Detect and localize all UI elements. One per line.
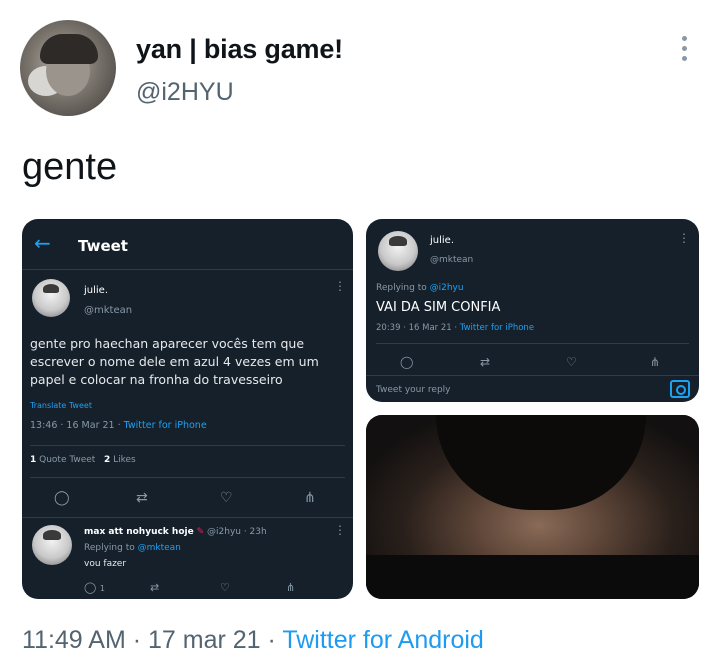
reply-retweet-icon[interactable]: ⇄ xyxy=(150,581,159,595)
embedded-text-line-2: escrever o nome dele em azul 4 vezes em … xyxy=(30,354,319,369)
embedded-text-line-1: gente pro haechan aparecer vocês tem que xyxy=(30,336,305,351)
embedded-2-like-icon[interactable]: ♡ xyxy=(566,355,577,369)
embedded-2-replying-to: Replying to @i2hyu xyxy=(376,283,464,293)
like-icon[interactable]: ♡ xyxy=(220,491,233,505)
tweet-text: gente xyxy=(22,146,118,188)
reply-text: vou fazer xyxy=(84,559,127,569)
embedded-2-reply-icon[interactable]: ◯ xyxy=(400,355,413,369)
embedded-2-source[interactable]: Twitter for iPhone xyxy=(460,323,534,333)
reply-more-icon[interactable]: ⋮ xyxy=(334,524,346,536)
more-options-icon[interactable] xyxy=(678,36,690,64)
profile-avatar[interactable] xyxy=(20,20,116,116)
reply-replying-to: Replying to @mktean xyxy=(84,543,181,553)
tweet-time: 11:49 AM xyxy=(22,626,126,654)
embedded-more-icon[interactable]: ⋮ xyxy=(334,280,346,292)
share-icon[interactable]: ⋔ xyxy=(304,491,316,505)
photo-shoulder-shape xyxy=(366,555,699,599)
embedded-2-timestamp: 20:39 · 16 Mar 21 · Twitter for iPhone xyxy=(376,323,535,333)
embedded-2-text: VAI DA SIM CONFIA xyxy=(376,300,501,315)
back-arrow-icon[interactable]: ← xyxy=(34,233,51,253)
media-photo-selfie[interactable] xyxy=(366,415,699,599)
embedded-text-line-3: papel e colocar na fronha do travesseiro xyxy=(30,372,283,387)
media-screenshot-1[interactable]: ← Tweet julie. @mktean ⋮ gente pro haech… xyxy=(22,219,353,599)
author-display-name[interactable]: yan | bias game! xyxy=(136,34,343,65)
embedded-header-title: Tweet xyxy=(78,237,128,255)
tweet-source-link[interactable]: Twitter for Android xyxy=(282,626,483,654)
reply-icon[interactable]: ◯ xyxy=(54,491,70,505)
reply-author: max att nohyuck hoje ✎ @i2hyu · 23h xyxy=(84,527,267,537)
embedded-2-retweet-icon[interactable]: ⇄ xyxy=(480,355,490,369)
tweet-date: 17 mar 21 xyxy=(148,626,261,654)
embedded-2-handle: @mktean xyxy=(430,255,474,265)
tweet-reply-input[interactable]: Tweet your reply xyxy=(376,385,451,395)
avatar-hair-shape xyxy=(40,34,98,64)
embedded-timestamp: 13:46 · 16 Mar 21 · Twitter for iPhone xyxy=(30,420,207,431)
embedded-2-name: julie. xyxy=(430,235,455,246)
embedded-stats[interactable]: 1 Quote Tweet 2 Likes xyxy=(30,455,136,465)
embedded-avatar[interactable] xyxy=(32,279,70,317)
reply-reply-icon[interactable]: ◯ 1 xyxy=(84,581,105,596)
author-handle[interactable]: @i2HYU xyxy=(136,78,234,107)
camera-icon[interactable] xyxy=(670,380,690,398)
embedded-source[interactable]: Twitter for iPhone xyxy=(124,420,207,431)
reply-share-icon[interactable]: ⋔ xyxy=(286,581,295,595)
retweet-icon[interactable]: ⇄ xyxy=(136,491,148,505)
embedded-2-avatar[interactable] xyxy=(378,231,418,271)
embedded-name: julie. xyxy=(84,285,109,296)
tweet-metadata: 11:49 AM · 17 mar 21 · Twitter for Andro… xyxy=(22,626,484,654)
translate-tweet-link[interactable]: Translate Tweet xyxy=(30,401,92,410)
embedded-2-more-icon[interactable]: ⋮ xyxy=(678,232,690,244)
reply-like-icon[interactable]: ♡ xyxy=(220,581,230,595)
media-screenshot-2[interactable]: julie. @mktean ⋮ Replying to @i2hyu VAI … xyxy=(366,219,699,402)
embedded-2-share-icon[interactable]: ⋔ xyxy=(650,355,660,369)
reply-avatar[interactable] xyxy=(32,525,72,565)
embedded-handle: @mktean xyxy=(84,305,133,316)
